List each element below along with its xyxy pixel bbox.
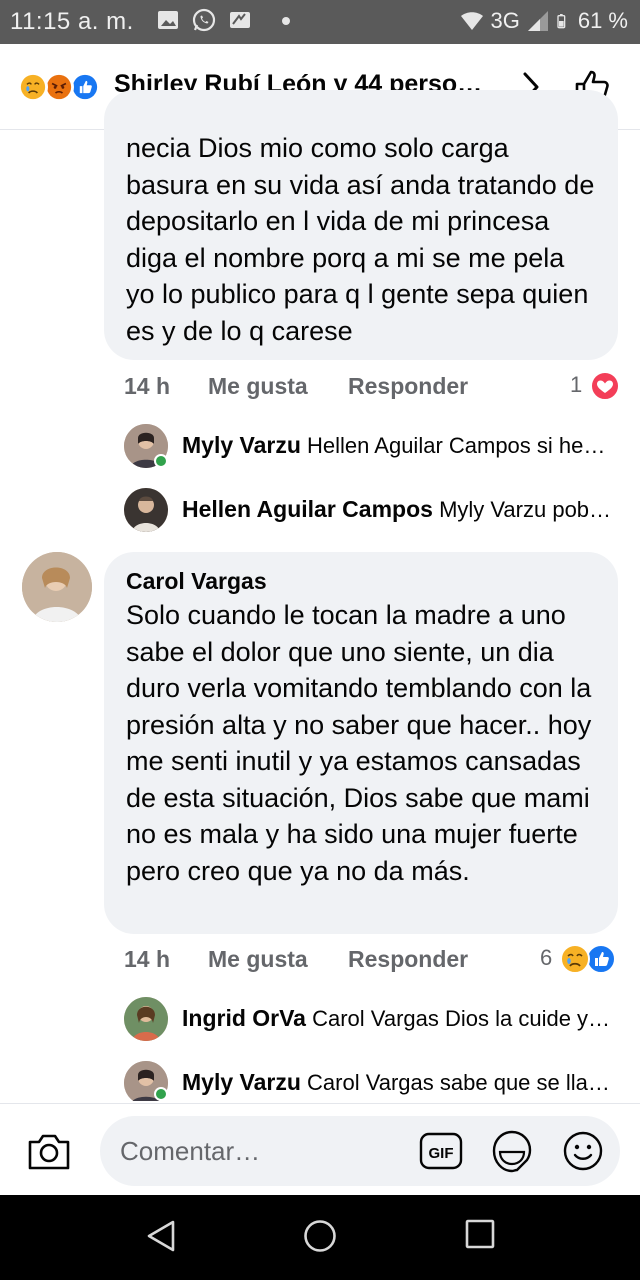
comment-bubble[interactable]: Carol Vargas Solo cuando le tocan la mad… [104, 552, 618, 934]
comment-input[interactable] [100, 1116, 620, 1186]
reaction-count: 1 [570, 372, 583, 397]
notification-icons [156, 8, 252, 32]
like-reaction-icon [70, 72, 100, 102]
network-type: 3G [490, 8, 520, 33]
avatar[interactable] [124, 488, 168, 532]
reply-preview-text: Carol Vargas sabe que se lla… [307, 1070, 610, 1095]
sad-reaction-icon [560, 944, 590, 974]
reply-preview[interactable]: Myly Varzu Hellen Aguilar Campos si he… [124, 424, 624, 468]
reaction-badge[interactable]: 6 [540, 944, 624, 974]
angry-reaction-icon [44, 72, 74, 102]
more-notifications-dot [282, 17, 290, 25]
comment-composer: GIF [0, 1103, 640, 1195]
wifi-icon [461, 12, 484, 30]
reply-snippet: Hellen Aguilar Campos Myly Varzu pob… [182, 496, 622, 523]
news-icon [230, 12, 250, 28]
reply-link[interactable]: Responder [348, 946, 468, 973]
status-bar: 11:15 a. m. 3G 61 % [0, 0, 640, 44]
reply-snippet: Ingrid OrVa Carol Vargas Dios la cuide y… [182, 1005, 622, 1032]
battery-level: 61 % [577, 8, 628, 33]
reply-author[interactable]: Hellen Aguilar Campos [182, 496, 433, 522]
online-indicator [154, 454, 168, 468]
comment-meta: 14 h Me gusta Responder [124, 373, 624, 407]
reply-link[interactable]: Responder [348, 373, 468, 400]
reaction-count: 6 [540, 945, 553, 970]
reaction-summary[interactable] [18, 72, 108, 102]
online-indicator [154, 1087, 168, 1101]
reply-author[interactable]: Ingrid OrVa [182, 1005, 306, 1031]
whatsapp-icon [192, 8, 216, 32]
comment-time: 14 h [124, 946, 171, 972]
avatar[interactable] [124, 997, 168, 1041]
gif-icon[interactable]: GIF [418, 1130, 464, 1172]
reply-snippet: Myly Varzu Carol Vargas sabe que se lla… [182, 1069, 622, 1096]
status-right: 3G 61 % [460, 8, 628, 34]
reply-preview[interactable]: Hellen Aguilar Campos Myly Varzu pob… [124, 488, 624, 532]
comment-author[interactable]: Carol Vargas [126, 568, 267, 595]
svg-text:GIF: GIF [429, 1145, 454, 1162]
back-icon[interactable] [145, 1219, 177, 1253]
like-link[interactable]: Me gusta [208, 373, 308, 400]
comment-text: necia Dios mio como solo carga basura en… [126, 133, 595, 346]
emoji-icon[interactable] [562, 1130, 604, 1172]
signal-icon [527, 11, 548, 31]
system-nav-bar [0, 1195, 640, 1280]
reaction-badge[interactable]: 1 [568, 371, 622, 401]
comment-time: 14 h [124, 373, 171, 399]
comment-text: Solo cuando le tocan la madre a uno sabe… [126, 600, 592, 886]
reply-preview-text: Hellen Aguilar Campos si he… [307, 433, 606, 458]
battery-icon [557, 14, 566, 29]
gallery-icon [158, 11, 178, 29]
avatar[interactable] [22, 552, 92, 622]
sticker-icon[interactable] [490, 1128, 534, 1174]
status-time: 11:15 a. m. [10, 8, 134, 35]
reply-author[interactable]: Myly Varzu [182, 432, 301, 458]
like-reaction-icon [586, 944, 616, 974]
camera-icon[interactable] [26, 1130, 72, 1172]
love-reaction-icon [590, 371, 620, 401]
comment-bubble[interactable]: necia Dios mio como solo carga basura en… [104, 90, 618, 360]
reply-preview[interactable]: Ingrid OrVa Carol Vargas Dios la cuide y… [124, 997, 624, 1041]
like-link[interactable]: Me gusta [208, 946, 308, 973]
reply-author[interactable]: Myly Varzu [182, 1069, 301, 1095]
reply-preview-text: Carol Vargas Dios la cuide y… [312, 1006, 611, 1031]
sad-reaction-icon [18, 72, 48, 102]
reply-snippet: Myly Varzu Hellen Aguilar Campos si he… [182, 432, 622, 459]
home-icon[interactable] [303, 1219, 337, 1253]
recents-icon[interactable] [465, 1219, 495, 1249]
reply-preview-text: Myly Varzu pob… [439, 497, 612, 522]
reply-preview[interactable]: Myly Varzu Carol Vargas sabe que se lla… [124, 1061, 624, 1101]
